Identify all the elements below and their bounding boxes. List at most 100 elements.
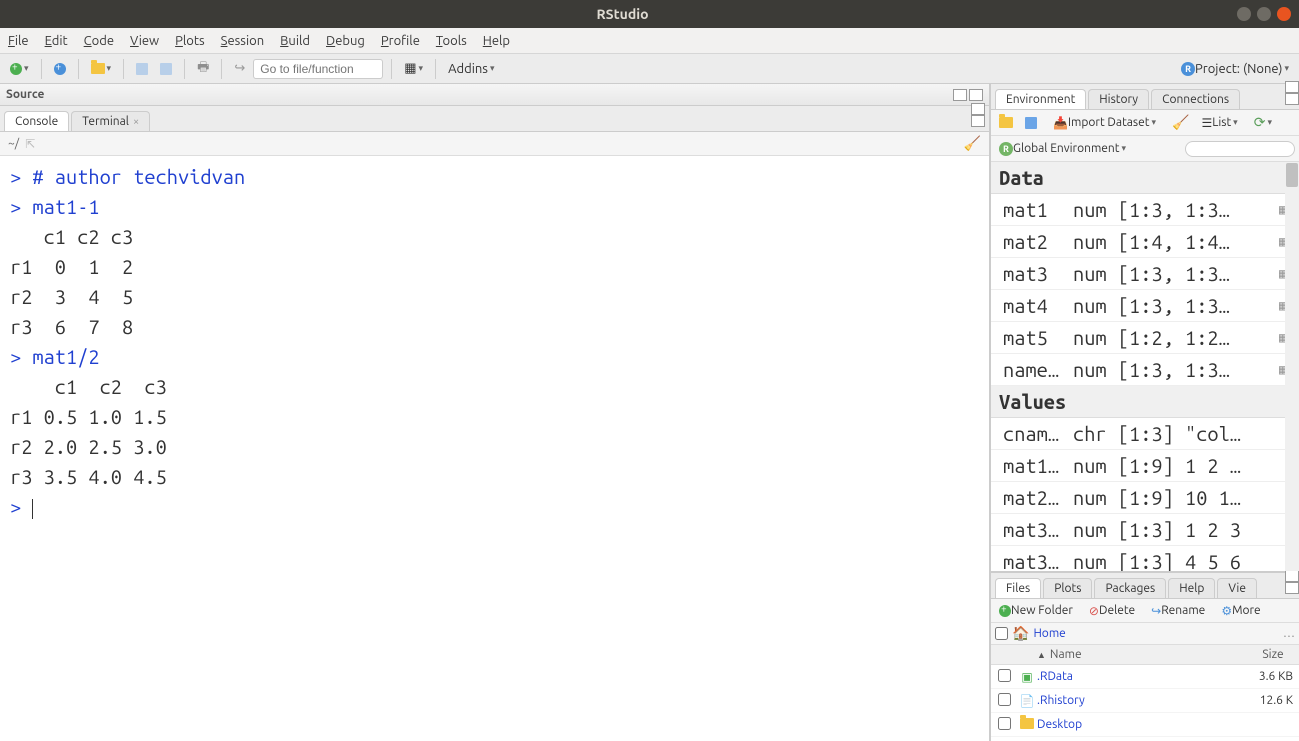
menu-session[interactable]: Session <box>221 34 264 48</box>
menu-code[interactable]: Code <box>84 34 114 48</box>
source-pane-header: Source <box>0 84 989 106</box>
pane-minimize-icon[interactable] <box>953 89 967 101</box>
refresh-icon: ⟳ <box>1254 114 1266 131</box>
pane-minimize-icon[interactable] <box>971 103 985 115</box>
more-path-icon[interactable]: … <box>1283 627 1295 640</box>
pane-maximize-icon[interactable] <box>1285 582 1299 594</box>
env-row[interactable]: named…num [1:3, 1:3…▦ <box>991 354 1299 386</box>
menu-profile[interactable]: Profile <box>381 34 420 48</box>
env-row[interactable]: mat3.…num [1:3] 4 5 6 <box>991 546 1299 571</box>
new-project-button[interactable] <box>50 61 70 77</box>
env-row[interactable]: mat3num [1:3, 1:3…▦ <box>991 258 1299 290</box>
tab-packages[interactable]: Packages <box>1094 578 1166 598</box>
breadcrumb-home[interactable]: Home <box>1033 627 1065 640</box>
column-size-header[interactable]: Size <box>1247 648 1299 661</box>
file-row[interactable]: 📄.Rhistory12.6 K <box>991 689 1299 713</box>
goto-arrow[interactable]: ↪ <box>230 59 249 78</box>
clear-workspace-button[interactable]: 🧹 <box>1168 112 1193 133</box>
env-body[interactable]: Datamat1num [1:3, 1:3…▦mat2num [1:4, 1:4… <box>991 162 1299 571</box>
console-output[interactable]: > # author techvidvan > mat1-1 c1 c2 c3 … <box>0 156 989 741</box>
file-checkbox[interactable] <box>998 693 1011 706</box>
env-toolbar: 📥 Import Dataset ▾ 🧹 ☰ List ▾ ⟳▾ <box>991 110 1299 136</box>
tab-connections[interactable]: Connections <box>1151 89 1240 109</box>
menu-build[interactable]: Build <box>280 34 310 48</box>
new-file-button[interactable]: ▾ <box>6 61 33 77</box>
list-view-dropdown[interactable]: ☰ List ▾ <box>1197 114 1241 132</box>
env-row[interactable]: mat2num [1:4, 1:4…▦ <box>991 226 1299 258</box>
tab-files[interactable]: Files <box>995 578 1041 598</box>
scope-dropdown[interactable]: R Global Environment ▾ <box>995 140 1130 158</box>
folder-icon <box>1020 718 1034 729</box>
open-file-button[interactable]: ▾ <box>87 61 116 76</box>
pane-minimize-icon[interactable] <box>1285 81 1299 93</box>
tab-plots[interactable]: Plots <box>1043 578 1092 598</box>
project-dropdown[interactable]: R Project: (None) ▾ <box>1177 60 1293 78</box>
env-var-value: num [1:2, 1:2… <box>1069 326 1279 349</box>
tab-history[interactable]: History <box>1088 89 1149 109</box>
env-row[interactable]: mat4num [1:3, 1:3…▦ <box>991 290 1299 322</box>
addins-dropdown[interactable]: Addins ▾ <box>444 60 498 78</box>
column-name-header[interactable]: ▲Name <box>1037 648 1247 661</box>
select-all-checkbox[interactable] <box>995 627 1008 640</box>
print-button[interactable]: 🖶 <box>193 56 213 82</box>
menu-file[interactable]: File <box>8 34 29 48</box>
file-checkbox[interactable] <box>998 717 1011 730</box>
env-row[interactable]: mat5num [1:2, 1:2…▦ <box>991 322 1299 354</box>
env-var-name: mat4 <box>991 294 1069 317</box>
popout-icon[interactable]: ⇱ <box>25 137 35 151</box>
menu-edit[interactable]: Edit <box>45 34 68 48</box>
menu-tools[interactable]: Tools <box>436 34 467 48</box>
maximize-button[interactable] <box>1257 7 1271 21</box>
menu-plots[interactable]: Plots <box>175 34 205 48</box>
import-dataset-dropdown[interactable]: 📥 Import Dataset ▾ <box>1049 114 1160 132</box>
menu-debug[interactable]: Debug <box>326 34 365 48</box>
pane-maximize-icon[interactable] <box>969 89 983 101</box>
menu-view[interactable]: View <box>130 34 159 48</box>
save-all-button[interactable] <box>156 61 176 77</box>
scrollbar[interactable] <box>1285 162 1299 571</box>
broom-icon[interactable]: 🧹 <box>964 135 981 152</box>
tab-console[interactable]: Console <box>4 111 69 131</box>
home-icon[interactable]: 🏠 <box>1012 625 1029 642</box>
plus-icon <box>999 605 1011 617</box>
env-row[interactable]: mat1.…num [1:9] 1 2 … <box>991 450 1299 482</box>
file-checkbox[interactable] <box>998 669 1011 682</box>
more-dropdown[interactable]: ⚙ More <box>1217 602 1264 620</box>
files-list: ▣.RData3.6 KB📄.Rhistory12.6 K Desktop <box>991 665 1299 741</box>
new-folder-button[interactable]: New Folder <box>995 602 1077 619</box>
load-workspace-button[interactable] <box>995 115 1017 130</box>
env-row[interactable]: mat3.…num [1:3] 1 2 3 <box>991 514 1299 546</box>
tab-viewer[interactable]: Vie <box>1217 578 1257 598</box>
file-name[interactable]: Desktop <box>1037 718 1247 731</box>
disk-icon <box>160 63 172 75</box>
file-name[interactable]: .Rhistory <box>1037 694 1247 707</box>
delete-button[interactable]: ⊘ Delete <box>1085 602 1139 620</box>
minimize-button[interactable] <box>1237 7 1251 21</box>
menu-help[interactable]: Help <box>483 34 510 48</box>
plus-icon <box>10 63 22 75</box>
close-icon[interactable]: × <box>133 116 139 128</box>
grid-button[interactable]: ▦▾ <box>400 59 427 78</box>
pane-maximize-icon[interactable] <box>971 115 985 127</box>
pane-minimize-icon[interactable] <box>1285 570 1299 582</box>
tab-help[interactable]: Help <box>1168 578 1215 598</box>
pane-maximize-icon[interactable] <box>1285 93 1299 105</box>
env-search-input[interactable] <box>1185 141 1295 157</box>
grid-icon: ▦ <box>404 61 416 76</box>
env-row[interactable]: mat2.…num [1:9] 10 1… <box>991 482 1299 514</box>
env-row[interactable]: mat1num [1:3, 1:3…▦ <box>991 194 1299 226</box>
tab-environment[interactable]: Environment <box>995 89 1086 109</box>
refresh-button[interactable]: ⟳▾ <box>1250 112 1276 133</box>
file-row[interactable]: ▣.RData3.6 KB <box>991 665 1299 689</box>
close-button[interactable] <box>1277 7 1291 21</box>
save-button[interactable] <box>132 61 152 77</box>
scrollbar-thumb[interactable] <box>1286 163 1298 187</box>
rename-button[interactable]: ↪ Rename <box>1147 602 1209 620</box>
tab-terminal[interactable]: Terminal × <box>71 111 150 131</box>
goto-file-input[interactable] <box>253 59 383 79</box>
save-workspace-button[interactable] <box>1021 115 1041 131</box>
file-name[interactable]: .RData <box>1037 670 1247 683</box>
file-row[interactable]: Desktop <box>991 713 1299 737</box>
env-row[interactable]: cnameschr [1:3] "col… <box>991 418 1299 450</box>
env-var-name: mat2 <box>991 230 1069 253</box>
